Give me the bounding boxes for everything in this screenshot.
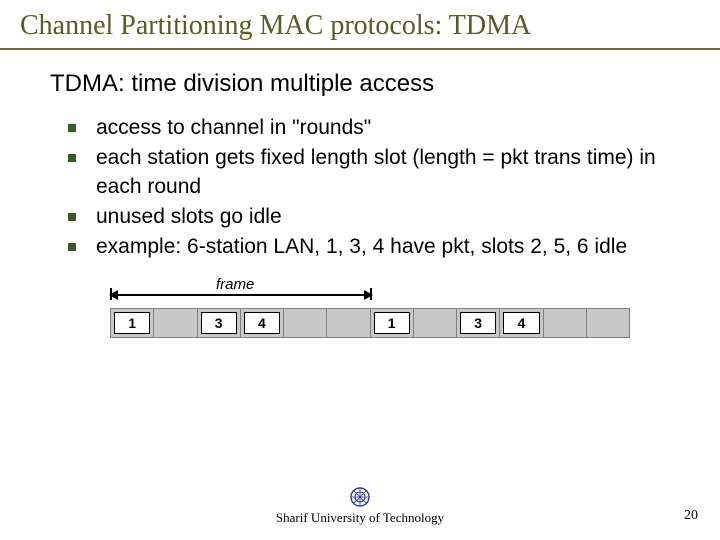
slot-packet: 3 (460, 312, 496, 334)
slot (154, 309, 197, 337)
bullet-item: unused slots go idle (68, 203, 680, 231)
slot (327, 309, 370, 337)
slot (284, 309, 327, 337)
bullet-item: example: 6-station LAN, 1, 3, 4 have pkt… (68, 233, 680, 261)
university-logo-icon (349, 486, 371, 508)
frame-arrow-icon (110, 294, 372, 296)
slot: 3 (198, 309, 241, 337)
slot (544, 309, 587, 337)
page-number: 20 (684, 508, 698, 524)
slot: 1 (371, 309, 414, 337)
title-area: Channel Partitioning MAC protocols: TDMA (0, 0, 720, 50)
bullet-item: access to channel in "rounds" (68, 114, 680, 142)
bullet-item: each station gets fixed length slot (len… (68, 144, 680, 201)
slot-packet: 4 (503, 312, 539, 334)
slot: 4 (500, 309, 543, 337)
footer: Sharif University of Technology (0, 486, 720, 526)
tdma-diagram: frame 1 3 4 1 3 4 (110, 280, 630, 338)
slot-packet: 1 (114, 312, 150, 334)
slot (414, 309, 457, 337)
slot: 3 (457, 309, 500, 337)
slot (587, 309, 629, 337)
slot-row: 1 3 4 1 3 4 (110, 308, 630, 338)
slot-packet: 1 (374, 312, 410, 334)
frame-tick-right (370, 288, 372, 300)
slot: 1 (111, 309, 154, 337)
frame-label-row: frame (110, 280, 630, 308)
content-area: TDMA: time division multiple access acce… (0, 50, 720, 338)
frame-label: frame (210, 276, 260, 293)
slot-packet: 3 (201, 312, 237, 334)
bullet-list: access to channel in "rounds" each stati… (50, 114, 680, 262)
slot-packet: 4 (244, 312, 280, 334)
slide-title: Channel Partitioning MAC protocols: TDMA (20, 10, 700, 42)
footer-text: Sharif University of Technology (276, 510, 444, 525)
subtitle: TDMA: time division multiple access (50, 70, 680, 98)
slot: 4 (241, 309, 284, 337)
